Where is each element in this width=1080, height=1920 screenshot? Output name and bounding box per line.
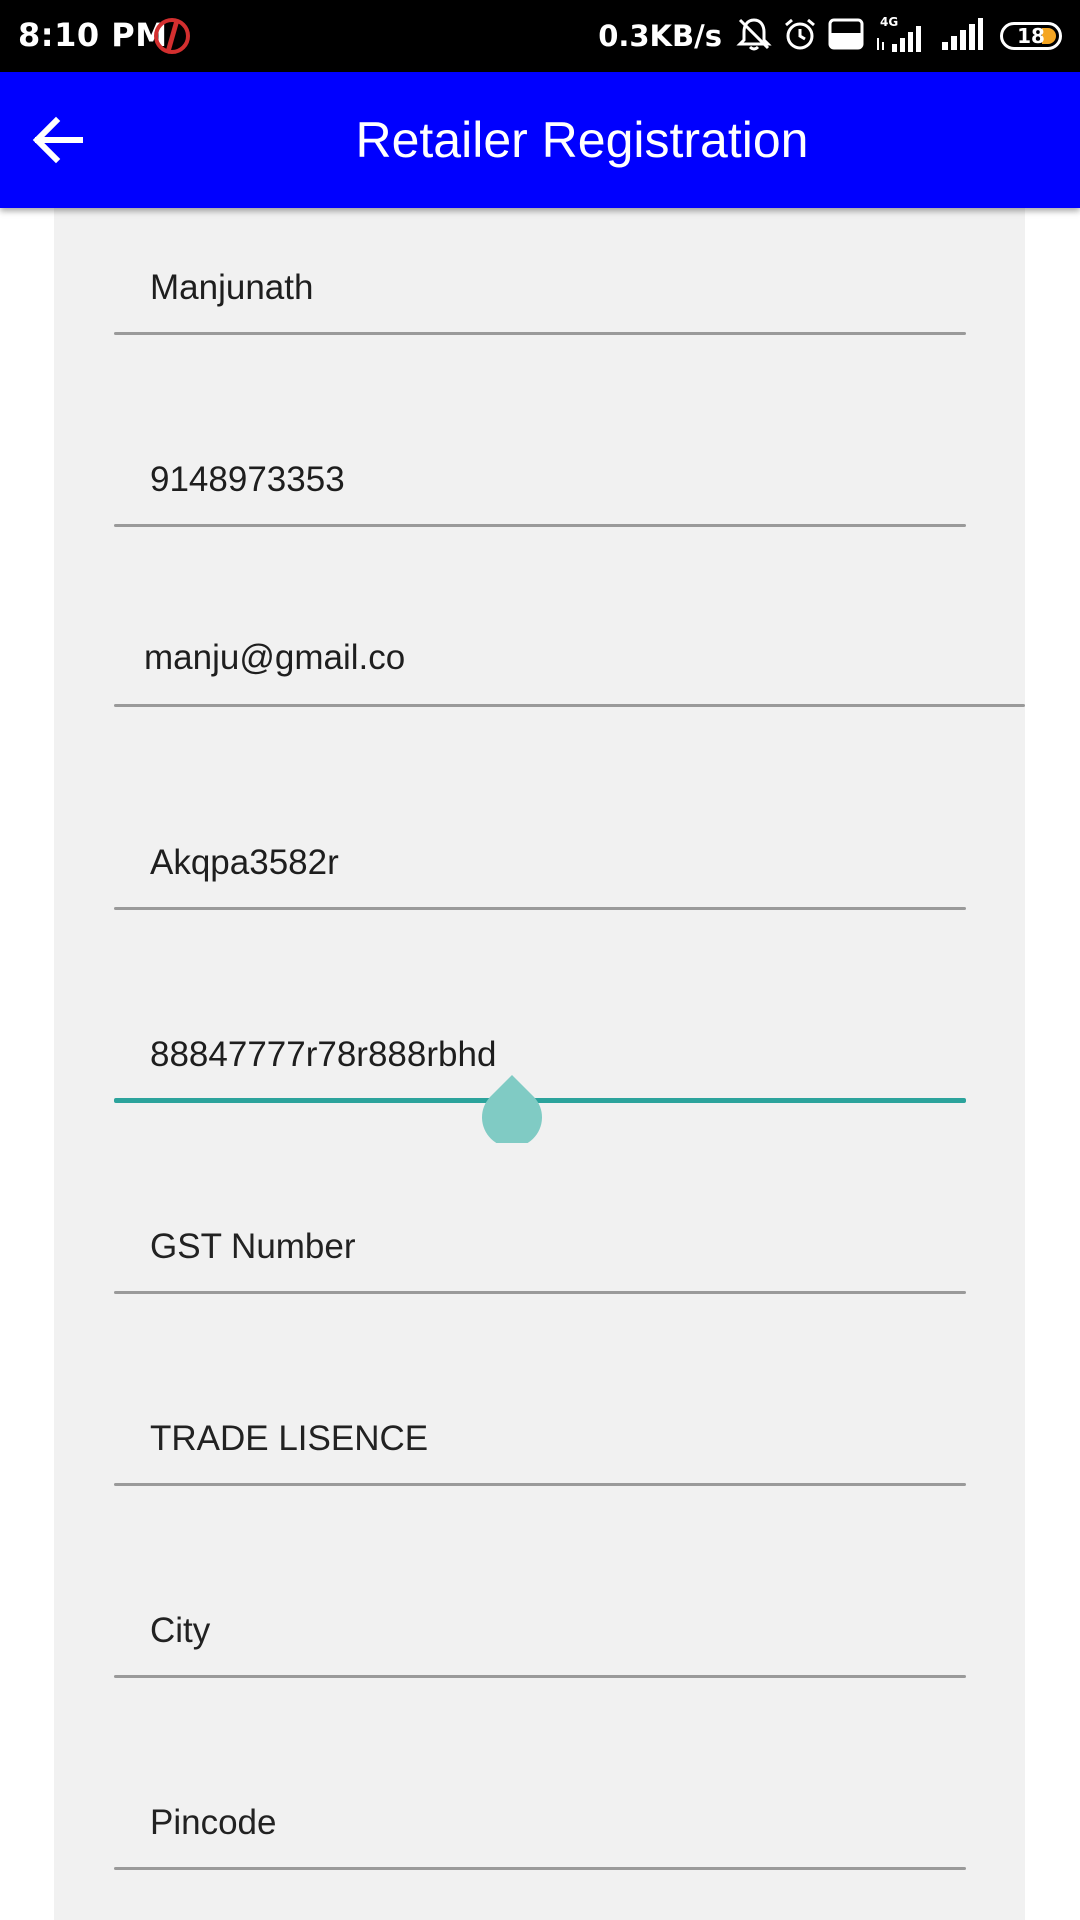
app-notification-icon bbox=[152, 14, 192, 58]
app-bar: Retailer Registration bbox=[0, 72, 1080, 208]
signal-icon bbox=[940, 16, 984, 56]
trade-license-field[interactable]: TRADE LISENCE bbox=[114, 1419, 966, 1499]
registration-form: Manjunath 9148973353 manju@gmail.co Akqp… bbox=[54, 208, 1025, 1920]
field-underline bbox=[114, 704, 1025, 707]
status-bar: 8:10 PM 0.3KB/s 4G 18 bbox=[0, 0, 1080, 72]
status-icons: 0.3KB/s 4G 18 bbox=[598, 12, 1062, 60]
aadhaar-value: 88847777r78r888rbhd bbox=[150, 1035, 497, 1074]
trade-license-placeholder: TRADE LISENCE bbox=[150, 1419, 429, 1458]
field-underline bbox=[114, 332, 966, 335]
city-placeholder: City bbox=[150, 1611, 211, 1650]
battery-level: 18 bbox=[1017, 24, 1045, 48]
gst-field[interactable]: GST Number bbox=[114, 1227, 966, 1307]
pan-field[interactable]: Akqpa3582r bbox=[114, 843, 966, 923]
status-time: 8:10 PM bbox=[18, 16, 168, 54]
alarm-icon bbox=[782, 16, 818, 56]
battery-icon: 18 bbox=[1000, 22, 1062, 50]
pan-value: Akqpa3582r bbox=[150, 843, 339, 882]
mobile-field[interactable]: 9148973353 bbox=[114, 460, 966, 540]
field-underline bbox=[114, 1867, 966, 1870]
mobile-value: 9148973353 bbox=[150, 460, 345, 499]
name-field[interactable]: Manjunath bbox=[114, 268, 966, 348]
field-underline bbox=[114, 907, 966, 910]
volte-icon bbox=[828, 18, 864, 54]
text-cursor-handle[interactable] bbox=[482, 1071, 542, 1143]
field-underline bbox=[114, 1675, 966, 1678]
field-underline bbox=[114, 1291, 966, 1294]
aadhaar-field[interactable]: 88847777r78r888rbhd bbox=[114, 1035, 966, 1143]
pincode-field[interactable]: Pincode bbox=[114, 1803, 966, 1883]
field-underline bbox=[114, 1483, 966, 1486]
name-value: Manjunath bbox=[150, 268, 314, 307]
gst-placeholder: GST Number bbox=[150, 1227, 356, 1266]
bell-off-icon bbox=[736, 16, 772, 56]
page-title: Retailer Registration bbox=[355, 112, 809, 168]
email-field[interactable]: manju@gmail.co bbox=[114, 638, 1025, 718]
field-underline bbox=[114, 524, 966, 527]
pincode-placeholder: Pincode bbox=[150, 1803, 277, 1842]
email-value: manju@gmail.co bbox=[144, 638, 406, 677]
net-speed: 0.3KB/s bbox=[598, 19, 722, 53]
city-field[interactable]: City bbox=[114, 1611, 966, 1691]
signal-4g-icon: 4G bbox=[874, 14, 930, 58]
svg-text:4G: 4G bbox=[880, 15, 898, 29]
